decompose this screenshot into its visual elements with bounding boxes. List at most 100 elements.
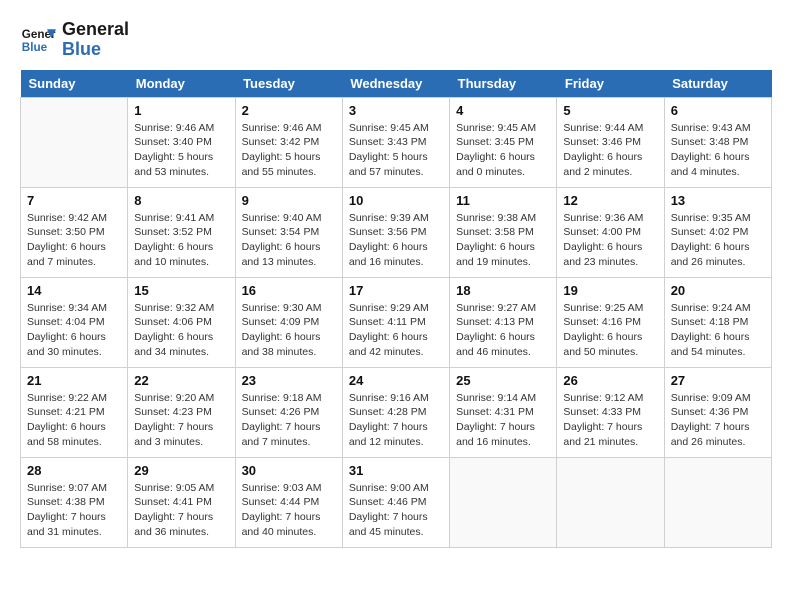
day-number: 21	[27, 373, 121, 388]
day-number: 17	[349, 283, 443, 298]
weekday-header-thursday: Thursday	[450, 70, 557, 98]
calendar-cell	[450, 457, 557, 547]
calendar-header: SundayMondayTuesdayWednesdayThursdayFrid…	[21, 70, 772, 98]
calendar-cell: 6Sunrise: 9:43 AM Sunset: 3:48 PM Daylig…	[664, 97, 771, 187]
day-info: Sunrise: 9:42 AM Sunset: 3:50 PM Dayligh…	[27, 211, 121, 270]
day-info: Sunrise: 9:45 AM Sunset: 3:45 PM Dayligh…	[456, 121, 550, 180]
calendar-cell: 7Sunrise: 9:42 AM Sunset: 3:50 PM Daylig…	[21, 187, 128, 277]
day-info: Sunrise: 9:32 AM Sunset: 4:06 PM Dayligh…	[134, 301, 228, 360]
calendar-cell: 9 Sunrise: 9:40 AM Sunset: 3:54 PM Daylig…	[235, 187, 342, 277]
day-info: Sunrise: 9:39 AM Sunset: 3:56 PM Dayligh…	[349, 211, 443, 270]
day-info: Sunrise: 9:22 AM Sunset: 4:21 PM Dayligh…	[27, 391, 121, 450]
calendar-cell: 11 Sunrise: 9:38 AM Sunset: 3:58 PM Dayli…	[450, 187, 557, 277]
weekday-header-friday: Friday	[557, 70, 664, 98]
calendar-body: 1Sunrise: 9:46 AM Sunset: 3:40 PM Daylig…	[21, 97, 772, 547]
calendar-cell: 20 Sunrise: 9:24 AM Sunset: 4:18 PM Dayli…	[664, 277, 771, 367]
day-info: Sunrise: 9:12 AM Sunset: 4:33 PM Dayligh…	[563, 391, 657, 450]
calendar-cell: 25 Sunrise: 9:14 AM Sunset: 4:31 PM Dayli…	[450, 367, 557, 457]
day-number: 25	[456, 373, 550, 388]
logo-general: General	[62, 20, 129, 40]
day-info: Sunrise: 9:45 AM Sunset: 3:43 PM Dayligh…	[349, 121, 443, 180]
day-info: Sunrise: 9:00 AM Sunset: 4:46 PM Dayligh…	[349, 481, 443, 540]
calendar-cell: 18 Sunrise: 9:27 AM Sunset: 4:13 PM Dayli…	[450, 277, 557, 367]
day-info: Sunrise: 9:40 AM Sunset: 3:54 PM Dayligh…	[242, 211, 336, 270]
day-info: Sunrise: 9:44 AM Sunset: 3:46 PM Dayligh…	[563, 121, 657, 180]
day-number: 18	[456, 283, 550, 298]
calendar-cell: 23 Sunrise: 9:18 AM Sunset: 4:26 PM Dayli…	[235, 367, 342, 457]
calendar-cell: 4 Sunrise: 9:45 AM Sunset: 3:45 PM Daylig…	[450, 97, 557, 187]
calendar-cell: 30 Sunrise: 9:03 AM Sunset: 4:44 PM Dayli…	[235, 457, 342, 547]
day-number: 24	[349, 373, 443, 388]
day-info: Sunrise: 9:34 AM Sunset: 4:04 PM Dayligh…	[27, 301, 121, 360]
day-number: 13	[671, 193, 765, 208]
day-info: Sunrise: 9:27 AM Sunset: 4:13 PM Dayligh…	[456, 301, 550, 360]
day-number: 16	[242, 283, 336, 298]
calendar-cell: 29Sunrise: 9:05 AM Sunset: 4:41 PM Dayli…	[128, 457, 235, 547]
calendar-week-2: 7Sunrise: 9:42 AM Sunset: 3:50 PM Daylig…	[21, 187, 772, 277]
logo-icon: General Blue	[20, 22, 56, 58]
page-header: General Blue General Blue	[20, 20, 772, 60]
calendar-cell: 24Sunrise: 9:16 AM Sunset: 4:28 PM Dayli…	[342, 367, 449, 457]
calendar-week-3: 14 Sunrise: 9:34 AM Sunset: 4:04 PM Dayli…	[21, 277, 772, 367]
day-info: Sunrise: 9:38 AM Sunset: 3:58 PM Dayligh…	[456, 211, 550, 270]
day-number: 19	[563, 283, 657, 298]
day-info: Sunrise: 9:07 AM Sunset: 4:38 PM Dayligh…	[27, 481, 121, 540]
day-info: Sunrise: 9:09 AM Sunset: 4:36 PM Dayligh…	[671, 391, 765, 450]
weekday-header-tuesday: Tuesday	[235, 70, 342, 98]
day-number: 8	[134, 193, 228, 208]
calendar-cell: 16 Sunrise: 9:30 AM Sunset: 4:09 PM Dayli…	[235, 277, 342, 367]
day-info: Sunrise: 9:36 AM Sunset: 4:00 PM Dayligh…	[563, 211, 657, 270]
weekday-row: SundayMondayTuesdayWednesdayThursdayFrid…	[21, 70, 772, 98]
day-info: Sunrise: 9:24 AM Sunset: 4:18 PM Dayligh…	[671, 301, 765, 360]
day-info: Sunrise: 9:29 AM Sunset: 4:11 PM Dayligh…	[349, 301, 443, 360]
calendar-cell	[664, 457, 771, 547]
calendar-cell: 13Sunrise: 9:35 AM Sunset: 4:02 PM Dayli…	[664, 187, 771, 277]
day-info: Sunrise: 9:20 AM Sunset: 4:23 PM Dayligh…	[134, 391, 228, 450]
day-number: 22	[134, 373, 228, 388]
day-number: 6	[671, 103, 765, 118]
day-info: Sunrise: 9:18 AM Sunset: 4:26 PM Dayligh…	[242, 391, 336, 450]
calendar-cell	[557, 457, 664, 547]
day-number: 15	[134, 283, 228, 298]
day-number: 3	[349, 103, 443, 118]
day-info: Sunrise: 9:30 AM Sunset: 4:09 PM Dayligh…	[242, 301, 336, 360]
calendar-cell: 5 Sunrise: 9:44 AM Sunset: 3:46 PM Daylig…	[557, 97, 664, 187]
calendar-week-4: 21 Sunrise: 9:22 AM Sunset: 4:21 PM Dayli…	[21, 367, 772, 457]
day-info: Sunrise: 9:14 AM Sunset: 4:31 PM Dayligh…	[456, 391, 550, 450]
day-number: 5	[563, 103, 657, 118]
weekday-header-sunday: Sunday	[21, 70, 128, 98]
calendar-week-5: 28Sunrise: 9:07 AM Sunset: 4:38 PM Dayli…	[21, 457, 772, 547]
logo-blue: Blue	[62, 40, 129, 60]
calendar-cell: 3 Sunrise: 9:45 AM Sunset: 3:43 PM Daylig…	[342, 97, 449, 187]
day-number: 2	[242, 103, 336, 118]
day-number: 9	[242, 193, 336, 208]
calendar-cell: 1Sunrise: 9:46 AM Sunset: 3:40 PM Daylig…	[128, 97, 235, 187]
logo: General Blue General Blue	[20, 20, 129, 60]
calendar-cell: 22 Sunrise: 9:20 AM Sunset: 4:23 PM Dayli…	[128, 367, 235, 457]
calendar-week-1: 1Sunrise: 9:46 AM Sunset: 3:40 PM Daylig…	[21, 97, 772, 187]
weekday-header-wednesday: Wednesday	[342, 70, 449, 98]
calendar-cell: 21 Sunrise: 9:22 AM Sunset: 4:21 PM Dayli…	[21, 367, 128, 457]
calendar-cell: 2Sunrise: 9:46 AM Sunset: 3:42 PM Daylig…	[235, 97, 342, 187]
day-number: 4	[456, 103, 550, 118]
calendar-cell: 12Sunrise: 9:36 AM Sunset: 4:00 PM Dayli…	[557, 187, 664, 277]
day-info: Sunrise: 9:03 AM Sunset: 4:44 PM Dayligh…	[242, 481, 336, 540]
day-number: 30	[242, 463, 336, 478]
day-number: 20	[671, 283, 765, 298]
day-info: Sunrise: 9:05 AM Sunset: 4:41 PM Dayligh…	[134, 481, 228, 540]
day-number: 11	[456, 193, 550, 208]
day-info: Sunrise: 9:25 AM Sunset: 4:16 PM Dayligh…	[563, 301, 657, 360]
day-number: 27	[671, 373, 765, 388]
calendar-cell	[21, 97, 128, 187]
day-number: 23	[242, 373, 336, 388]
day-number: 1	[134, 103, 228, 118]
calendar-cell: 15 Sunrise: 9:32 AM Sunset: 4:06 PM Dayli…	[128, 277, 235, 367]
calendar-table: SundayMondayTuesdayWednesdayThursdayFrid…	[20, 70, 772, 548]
weekday-header-monday: Monday	[128, 70, 235, 98]
day-number: 14	[27, 283, 121, 298]
calendar-cell: 14 Sunrise: 9:34 AM Sunset: 4:04 PM Dayli…	[21, 277, 128, 367]
calendar-cell: 28Sunrise: 9:07 AM Sunset: 4:38 PM Dayli…	[21, 457, 128, 547]
svg-text:Blue: Blue	[22, 41, 48, 54]
calendar-cell: 27 Sunrise: 9:09 AM Sunset: 4:36 PM Dayli…	[664, 367, 771, 457]
day-info: Sunrise: 9:41 AM Sunset: 3:52 PM Dayligh…	[134, 211, 228, 270]
